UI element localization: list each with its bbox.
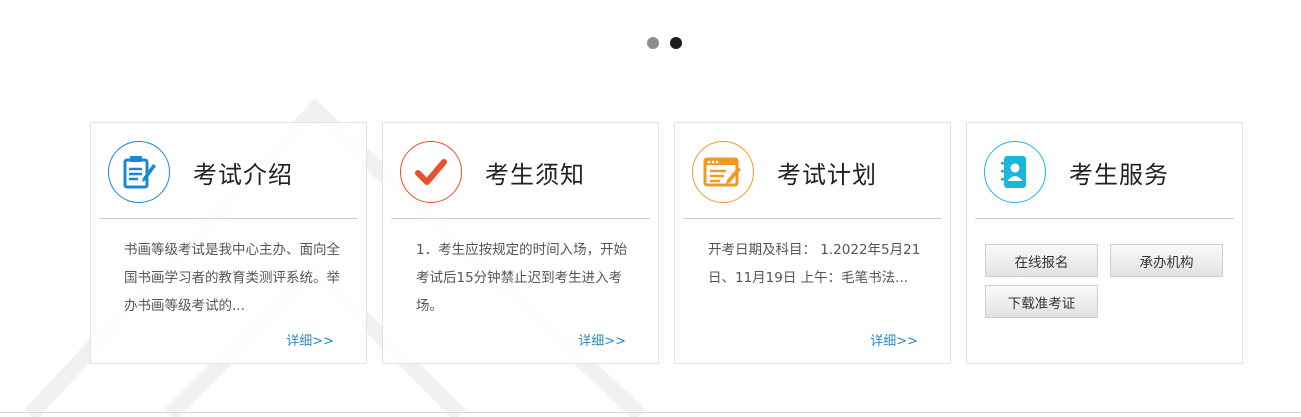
card-candidate-services: 考生服务 在线报名 承办机构 下载准考证: [966, 122, 1243, 364]
card-title: 考试计划: [777, 161, 877, 189]
info-cards: 考试介绍 书画等级考试是我中心主办、面向全国书画学习者的教育类测评系统。举办书画…: [90, 122, 1243, 364]
contacts-book-icon: [984, 141, 1046, 203]
card-description: 书画等级考试是我中心主办、面向全国书画学习者的教育类测评系统。举办书画等级考试的…: [124, 242, 340, 314]
page: 考试介绍 书画等级考试是我中心主办、面向全国书画学习者的教育类测评系统。举办书画…: [0, 0, 1301, 417]
card-description: 开考日期及科目： 1.2022年5月21日、11月19日 上午：毛笔书法...: [708, 242, 921, 286]
card-exam-intro: 考试介绍 书画等级考试是我中心主办、面向全国书画学习者的教育类测评系统。举办书画…: [90, 122, 367, 364]
card-exam-plan: 考试计划 开考日期及科目： 1.2022年5月21日、11月19日 上午：毛笔书…: [674, 122, 951, 364]
more-link[interactable]: 详细>>: [578, 330, 626, 349]
schedule-icon: [692, 141, 754, 203]
card-title: 考试介绍: [193, 161, 293, 189]
carousel-dot-2[interactable]: [670, 37, 682, 49]
more-link[interactable]: 详细>>: [286, 330, 334, 349]
carousel-dot-1[interactable]: [647, 37, 659, 49]
organizer-institutions-button[interactable]: 承办机构: [1110, 244, 1223, 277]
bottom-divider: [0, 412, 1301, 413]
card-header: 考生须知: [391, 123, 650, 219]
download-admission-ticket-button[interactable]: 下载准考证: [985, 285, 1098, 318]
online-registration-button[interactable]: 在线报名: [985, 244, 1098, 277]
card-header: 考试计划: [683, 123, 942, 219]
card-header: 考生服务: [975, 123, 1234, 219]
card-description: 1．考生应按规定的时间入场，开始考试后15分钟禁止迟到考生进入考场。: [416, 242, 628, 314]
more-link[interactable]: 详细>>: [870, 330, 918, 349]
card-title: 考生服务: [1069, 161, 1169, 189]
checkmark-icon: [400, 141, 462, 203]
card-title: 考生须知: [485, 161, 585, 189]
card-candidate-notice: 考生须知 1．考生应按规定的时间入场，开始考试后15分钟禁止迟到考生进入考场。 …: [382, 122, 659, 364]
document-edit-icon: [108, 141, 170, 203]
carousel-indicator: [647, 37, 682, 49]
card-header: 考试介绍: [99, 123, 358, 219]
